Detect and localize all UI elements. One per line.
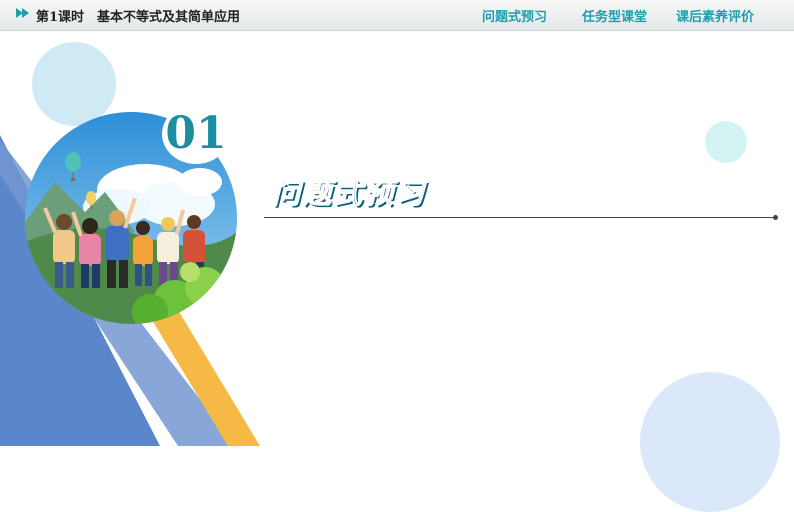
section-title: 问题式预习 [271, 177, 428, 211]
title-underline [264, 215, 778, 220]
section-number-badge: 01 [162, 104, 230, 164]
section-number: 01 [165, 108, 227, 159]
